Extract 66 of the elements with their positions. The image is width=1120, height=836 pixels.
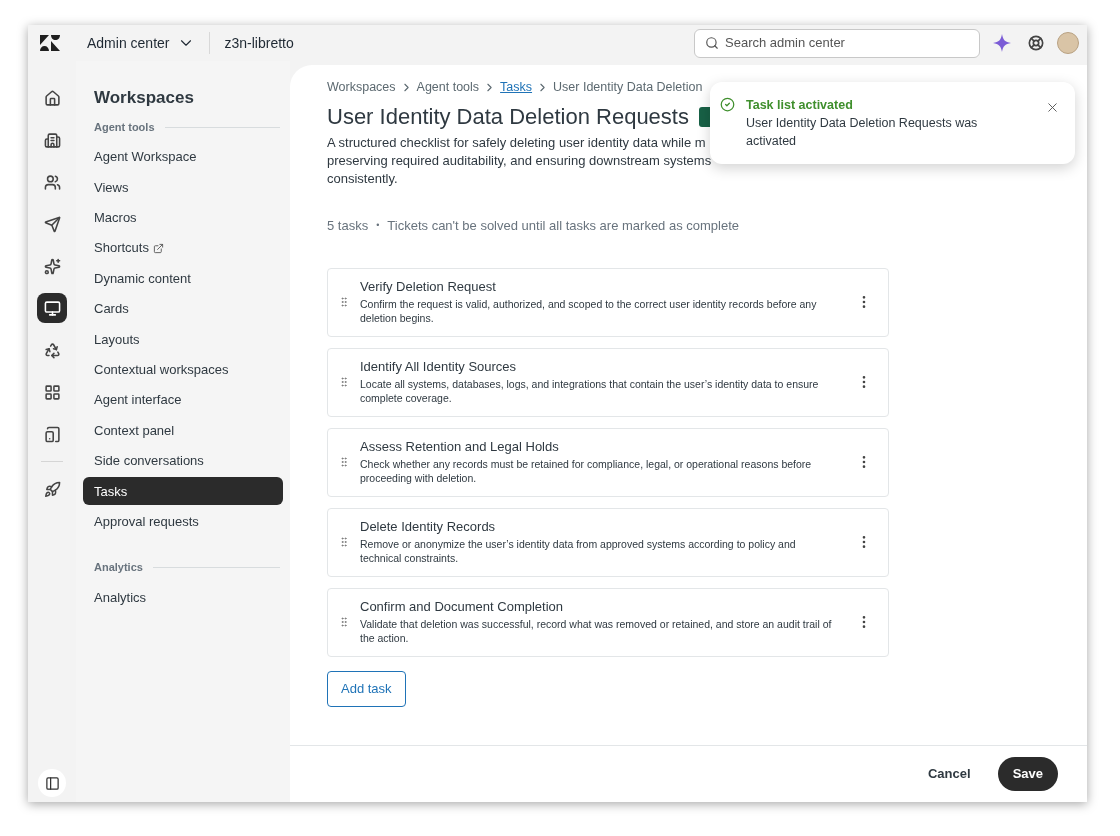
section-heading: Agent tools xyxy=(94,119,155,135)
item-label: Contextual workspaces xyxy=(94,361,229,379)
description-line: A structured checklist for safely deleting user identity data while m xyxy=(327,134,706,152)
separator-dot: • xyxy=(376,219,380,232)
search-input[interactable]: Search admin center xyxy=(725,33,969,53)
save-button[interactable]: Save xyxy=(997,757,1058,791)
sidebar-item[interactable]: Views xyxy=(83,173,283,202)
toast-title: Task list activated xyxy=(746,97,854,114)
section-heading: Analytics xyxy=(94,560,143,576)
item-label: Cards xyxy=(94,300,129,319)
sidebar-item[interactable]: Dynamic content xyxy=(83,264,283,293)
description-line: consistently. xyxy=(327,170,398,188)
task-description: Check whether any records must be retained for compliance, legal, or operational reasons before proceeding with deletion. xyxy=(360,457,813,485)
task-card[interactable]: Confirm and Document Completion Validate that deletion was successful, record what was removed or retained, and store an audit trail of the action. xyxy=(327,587,889,657)
item-label: Dynamic content xyxy=(94,269,191,288)
item-label: Analytics xyxy=(94,588,147,607)
task-title: Identify All Identity Sources xyxy=(360,359,518,375)
item-label: Macros xyxy=(94,209,137,228)
add-task-button[interactable]: Add task xyxy=(327,670,406,707)
sidebar-item[interactable]: Shortcuts xyxy=(83,234,283,263)
sidebar-item[interactable]: Approval requests xyxy=(83,507,283,536)
sidebar-item[interactable]: Context panel xyxy=(83,416,283,445)
task-description: Locate all systems, databases, logs, and integrations that contain the user’s identity data to ensure complete coverage. xyxy=(360,377,820,405)
item-label: Side conversations xyxy=(94,452,204,471)
item-label: Tasks xyxy=(94,482,128,501)
sidebar-item[interactable]: Agent interface xyxy=(83,386,283,415)
description-line: preserving required auditability, and ensuring downstream systems xyxy=(327,152,712,170)
item-label: Agent Workspace xyxy=(94,148,197,167)
sidebar-item[interactable]: Macros xyxy=(83,203,283,232)
sidebar-item[interactable]: Tasks xyxy=(83,477,283,506)
task-card[interactable]: Verify Deletion Request Confirm the request is valid, authorized, and scoped to the correct user identity records before any deletion begins. xyxy=(327,267,889,337)
page-title: User Identity Data Deletion Requests xyxy=(327,103,689,131)
task-title: Confirm and Document Completion xyxy=(360,599,565,615)
task-card[interactable]: Identify All Identity Sources Locate all systems, databases, logs, and integrations that contain the user’s identity data to ensure complete coverage. xyxy=(327,347,889,417)
item-label: Context panel xyxy=(94,421,175,440)
breadcrumb-item[interactable]: Agent tools xyxy=(416,77,480,97)
task-description: Confirm the request is valid, authorized, and scoped to the correct user identity records before any deletion begins. xyxy=(360,297,818,325)
search-field[interactable]: Search admin center xyxy=(694,28,980,58)
sidebar-item[interactable]: Analytics xyxy=(83,583,283,612)
item-label: Approval requests xyxy=(94,512,199,531)
task-count: 5 tasks xyxy=(327,217,369,235)
sidebar-title: Workspaces xyxy=(93,87,195,109)
item-label: Layouts xyxy=(94,330,140,349)
item-label: Agent interface xyxy=(94,391,182,410)
breadcrumb-item[interactable]: Workspaces xyxy=(327,77,396,97)
item-label: Shortcuts xyxy=(94,239,149,258)
task-card[interactable]: Assess Retention and Legal Holds Check whether any records must be retained for compliance, legal, or operational reasons before proceeding with deletion. xyxy=(327,427,889,497)
breadcrumb-link[interactable]: Tasks xyxy=(500,77,533,97)
cancel-button[interactable]: Cancel xyxy=(914,757,985,791)
task-card[interactable]: Delete Identity Records Remove or anonymize the user’s identity data from approved systems according to policy and technical constraints. xyxy=(327,507,889,577)
sidebar-item[interactable]: Agent Workspace xyxy=(83,143,283,171)
product-switcher[interactable]: Admin center xyxy=(87,32,196,54)
sidebar-item[interactable]: Layouts xyxy=(83,325,283,354)
task-title: Delete Identity Records xyxy=(360,519,497,535)
sidebar-item[interactable]: Contextual workspaces xyxy=(83,355,283,384)
toast-message: User Identity Data Deletion Requests was activated xyxy=(746,115,979,150)
task-description: Remove or anonymize the user’s identity data from approved systems according to policy and technical constraints. xyxy=(360,537,797,565)
completion-note: Tickets can't be solved until all tasks are marked as complete xyxy=(387,217,740,235)
task-description: Validate that deletion was successful, record what was removed or retained, and store an audit trail of the action. xyxy=(360,617,833,645)
account-name: z3n-libretto xyxy=(224,33,294,53)
task-title: Verify Deletion Request xyxy=(360,279,497,295)
sidebar-item[interactable]: Cards xyxy=(83,294,283,323)
breadcrumb-item[interactable]: User Identity Data Deletion xyxy=(553,77,703,97)
sidebar-item[interactable]: Side conversations xyxy=(83,446,283,475)
task-title: Assess Retention and Legal Holds xyxy=(360,439,560,455)
item-label: Views xyxy=(94,178,129,197)
